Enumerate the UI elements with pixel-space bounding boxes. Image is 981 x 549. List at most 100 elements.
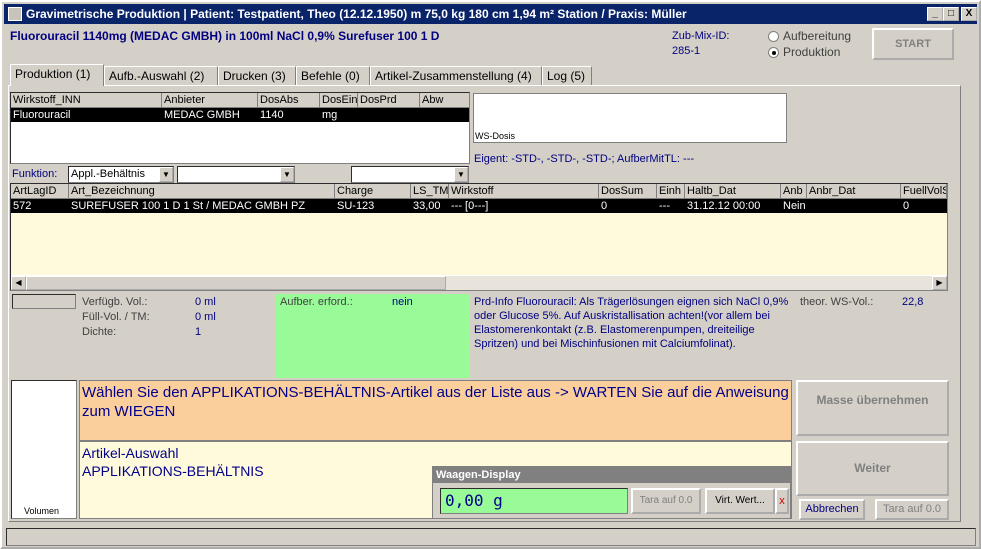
table-cell: SU-123 xyxy=(337,200,375,212)
tara-button[interactable]: Tara auf 0.0 xyxy=(875,499,949,520)
table-cell: --- xyxy=(659,200,670,212)
waagen-tara-button[interactable]: Tara auf 0.0 xyxy=(631,488,701,514)
col-header[interactable]: Anbr_Dat xyxy=(807,184,901,199)
col-header[interactable]: LS_TM xyxy=(411,184,449,199)
col-header[interactable]: Haltb_Dat xyxy=(685,184,781,199)
tab-befehle[interactable]: Befehle (0) xyxy=(296,66,370,86)
col-header[interactable]: Wirkstoff_INN xyxy=(11,93,162,108)
funktion-select-3[interactable]: ▼ xyxy=(351,166,469,183)
table-cell xyxy=(358,108,420,122)
fuell-value: 0 ml xyxy=(195,311,216,323)
col-header[interactable]: Einh xyxy=(657,184,685,199)
tab-drucken[interactable]: Drucken (3) xyxy=(218,66,296,86)
tab-aufb-auswahl[interactable]: Aufb.-Auswahl (2) xyxy=(104,66,218,86)
funktion-select-2[interactable]: ▼ xyxy=(177,166,295,183)
radio-produktion-label: Produktion xyxy=(783,45,841,59)
table-cell: 33,00 xyxy=(413,200,441,212)
maximize-button[interactable]: □ xyxy=(943,7,959,21)
chevron-down-icon[interactable]: ▼ xyxy=(454,167,468,182)
wirkstoff-table[interactable]: Wirkstoff_INN Anbieter DosAbs DosEin Dos… xyxy=(10,92,470,164)
theor-label: theor. WS-Vol.: xyxy=(800,296,874,308)
table-cell: Nein xyxy=(783,200,806,212)
horizontal-scrollbar[interactable]: ◀ ▶ xyxy=(11,275,947,290)
chevron-down-icon[interactable]: ▼ xyxy=(159,167,173,182)
col-header[interactable]: Anbieter xyxy=(162,93,258,108)
funktion-select[interactable]: Appl.-Behältnis ▼ xyxy=(68,166,174,183)
col-header[interactable]: Abw xyxy=(420,93,469,108)
artikel-table[interactable]: ArtLagID Art_Bezeichnung Charge LS_TM Wi… xyxy=(10,183,948,291)
eigent-text: Eigent: -STD-, -STD-, -STD-; AufberMitTL… xyxy=(474,153,695,165)
scroll-thumb[interactable] xyxy=(26,276,446,290)
col-header[interactable]: FuellVolS xyxy=(901,184,947,199)
col-header[interactable]: DosPrd xyxy=(358,93,420,108)
virt-wert-button[interactable]: Virt. Wert... xyxy=(705,488,775,514)
col-header[interactable]: Wirkstoff xyxy=(449,184,599,199)
funktion-value: Appl.-Behältnis xyxy=(71,168,145,180)
col-header[interactable]: Anb xyxy=(781,184,807,199)
tab-produktion[interactable]: Produktion (1) xyxy=(10,64,104,86)
table-cell: 0 xyxy=(601,200,608,212)
weiter-button[interactable]: Weiter xyxy=(796,441,949,496)
status-box xyxy=(12,294,76,309)
col-header[interactable]: DosEin xyxy=(320,93,358,108)
aufber-label: Aufber. erford.: xyxy=(280,296,353,308)
zub-mix-id-value: 285-1 xyxy=(672,45,701,57)
ws-dosis-label: WS-Dosis xyxy=(475,131,515,141)
table-cell: 1140 xyxy=(260,109,284,121)
table-cell: mg xyxy=(322,109,338,121)
table-cell: Fluorouracil xyxy=(13,109,71,121)
volumen-gauge: Volumen xyxy=(11,380,77,519)
radio-dot-icon xyxy=(768,31,779,43)
col-header[interactable]: Art_Bezeichnung xyxy=(69,184,335,199)
volumen-label: Volumen xyxy=(24,506,60,516)
close-button[interactable]: X xyxy=(961,7,977,21)
prd-info-text: Prd-Info Fluorouracil: Als Trägerlösunge… xyxy=(474,296,789,350)
ws-dosis-box: WS-Dosis xyxy=(473,93,787,143)
col-header[interactable]: DosAbs xyxy=(258,93,320,108)
radio-dot-selected-icon xyxy=(768,47,779,59)
verfuegb-label: Verfügb. Vol.: xyxy=(82,296,148,308)
abbrechen-button[interactable]: Abbrechen xyxy=(799,499,865,520)
table-cell: SUREFUSER 100 1 D 1 St / MEDAC GMBH PZ xyxy=(71,200,306,212)
waagen-value: 0,00 g xyxy=(440,488,628,514)
product-title: Fluorouracil 1140mg (MEDAC GMBH) in 100m… xyxy=(10,29,440,43)
close-icon[interactable]: x xyxy=(775,488,789,514)
aufber-value: nein xyxy=(392,296,413,308)
funktion-label: Funktion: xyxy=(12,168,58,180)
radio-aufbereitung[interactable]: Aufbereitung xyxy=(768,29,851,43)
table-cell: 572 xyxy=(13,200,32,212)
table-cell xyxy=(807,199,901,213)
theor-value: 22,8 xyxy=(902,296,924,308)
table-row[interactable]: Fluorouracil MEDAC GMBH 1140 mg xyxy=(11,108,469,122)
waagen-title: Waagen-Display xyxy=(433,467,790,483)
aufber-panel: Aufber. erford.: nein xyxy=(276,294,470,378)
title-bar: Gravimetrische Produktion | Patient: Tes… xyxy=(4,4,977,24)
radio-produktion[interactable]: Produktion xyxy=(768,45,840,59)
masse-uebernehmen-button[interactable]: Masse übernehmen xyxy=(796,380,949,436)
chevron-down-icon[interactable]: ▼ xyxy=(280,167,294,182)
col-header[interactable]: Charge xyxy=(335,184,411,199)
dichte-value: 1 xyxy=(195,326,202,338)
app-icon xyxy=(8,7,22,21)
scroll-left-icon[interactable]: ◀ xyxy=(11,276,26,290)
col-header[interactable]: ArtLagID xyxy=(11,184,69,199)
instruction-panel: Wählen Sie den APPLIKATIONS-BEHÄLTNIS-Ar… xyxy=(79,380,792,441)
table-cell: 0 xyxy=(903,200,910,212)
table-cell: MEDAC GMBH xyxy=(164,109,240,121)
scroll-right-icon[interactable]: ▶ xyxy=(932,276,947,290)
tab-artikel-zusammenstellung[interactable]: Artikel-Zusammenstellung (4) xyxy=(370,66,542,86)
minimize-button[interactable]: _ xyxy=(927,7,943,21)
radio-aufbereitung-label: Aufbereitung xyxy=(783,29,852,43)
table-cell: 31.12.12 00:00 xyxy=(687,200,761,212)
status-bar xyxy=(6,528,976,546)
table-cell: --- [0---] xyxy=(451,200,489,212)
table-row[interactable]: 572 SUREFUSER 100 1 D 1 St / MEDAC GMBH … xyxy=(11,199,947,213)
dichte-label: Dichte: xyxy=(82,326,117,338)
selection-line1: Artikel-Auswahl xyxy=(82,445,179,461)
tab-log[interactable]: Log (5) xyxy=(542,66,592,86)
window-title: Gravimetrische Produktion | Patient: Tes… xyxy=(26,7,687,21)
table-cell xyxy=(420,108,469,122)
start-button[interactable]: START xyxy=(872,28,954,60)
col-header[interactable]: DosSum xyxy=(599,184,657,199)
verfuegb-value: 0 ml xyxy=(195,296,216,308)
